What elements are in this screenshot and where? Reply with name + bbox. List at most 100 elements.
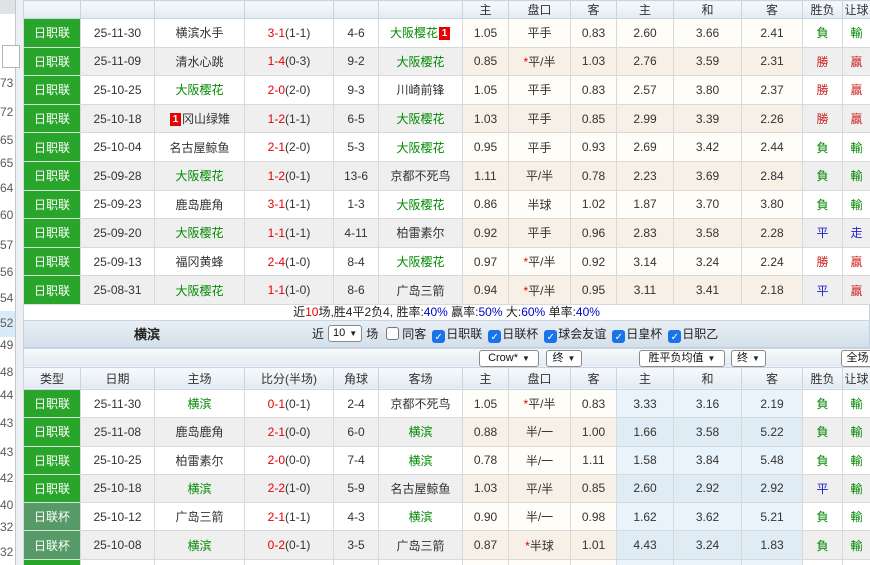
score-cell: 1-1(1-1) <box>244 218 334 248</box>
league-filter-checkbox-3[interactable]: ✓ <box>612 329 626 343</box>
col-header-euro-draw: 和 <box>673 366 742 390</box>
result-cell: 負 <box>802 160 843 191</box>
euro-draw-odds-cell: 3.39 <box>673 103 742 134</box>
result-cell: 勝 <box>802 103 843 134</box>
asian-home-odds-cell: 0.90 <box>462 502 509 532</box>
match-row: 日职联 25-11-08 鹿岛鹿角 2-1(0-0) 6-0 横滨 0.88 半/一 1.00 1… <box>23 417 870 447</box>
col-header-result: 胜负 <box>802 366 843 390</box>
half-time-score: (1-0) <box>285 481 311 496</box>
league-cell: 日职联 <box>23 103 81 134</box>
home-team-cell: 大阪樱花 <box>154 218 245 248</box>
league-filter-checkbox-0[interactable]: ✓ <box>432 329 446 343</box>
away-team-cell: 大阪樱花 <box>378 246 463 277</box>
league-filter-checkbox-1[interactable]: ✓ <box>488 329 502 343</box>
home-team-name: 大阪樱花 <box>175 83 224 98</box>
left-gutter <box>16 0 23 565</box>
away-team-name: 大阪樱花 <box>389 26 438 41</box>
away-team-cell: 广岛三箭 <box>378 275 463 305</box>
final-odds-select-1[interactable]: 终 ▼ <box>546 349 582 367</box>
cropped-row-number: 44 <box>0 388 14 402</box>
handicap-result-cell: 輸 <box>842 189 870 220</box>
final-odds-select-2[interactable]: 终 ▼ <box>731 349 766 367</box>
euro-home-odds-cell: 3.33 <box>616 388 674 419</box>
away-team-cell: 大阪樱花 1 <box>378 18 463 48</box>
date-cell: 25-09-20 <box>80 218 155 248</box>
asian-away-odds-cell: 0.83 <box>570 75 617 105</box>
away-team-name: 横滨 <box>408 510 433 525</box>
corner-cell: 8-4 <box>333 246 379 277</box>
euro-home-odds-cell: 2.69 <box>616 132 674 162</box>
full-time-score: 1-2 <box>267 111 285 126</box>
away-team-cell: 京都不死鸟 <box>378 160 463 191</box>
match-row: 日职联 25-08-31 大阪樱花 1-1(1-0) 8-6 广岛三箭 0.94 *平/半 0.… <box>23 275 870 305</box>
corner-cell: 9-3 <box>333 75 379 105</box>
home-team-cell: 大阪樱花 <box>154 160 245 191</box>
league-cell: 日职联 <box>23 189 81 220</box>
half-time-score: (2-0) <box>285 82 311 97</box>
euro-home-odds-cell: 3.11 <box>616 275 674 305</box>
scope-select[interactable]: 全场▼ <box>841 349 870 367</box>
result-cell: 負 <box>802 18 843 48</box>
match-row: 日职联 25-10-25 大阪樱花 2-0(2-0) 9-3 川崎前锋 1.05 平手 0.83… <box>23 75 870 105</box>
corner-cell: 1-3 <box>333 189 379 220</box>
result-cell: 平 <box>802 275 843 305</box>
handicap-cell: 半/一 <box>508 445 571 475</box>
euro-home-odds-cell: 1.66 <box>616 417 674 447</box>
handicap-cell: *平/半 <box>508 46 571 77</box>
avg-odds-select[interactable]: 胜平负均值 ▼ <box>639 349 725 367</box>
handicap-result-cell: 輸 <box>841 417 870 447</box>
corner-cell: 4-6 <box>333 18 379 48</box>
col-header-score <box>244 0 334 19</box>
full-time-score: 2-2 <box>267 481 285 496</box>
cropped-row-number: 56 <box>0 265 14 279</box>
league-filter-checkbox-4[interactable]: ✓ <box>668 329 682 343</box>
half-time-score: (1-1) <box>285 25 311 40</box>
score-cell: 3-1(1-1) <box>244 189 334 220</box>
half-time-score: (1-1) <box>285 509 311 524</box>
table1-body: 日职联 25-11-30 横滨水手 3-1(1-1) 4-6 大阪樱花 1 1.05 平手 0.8… <box>23 18 870 305</box>
euro-away-odds-cell: 2.31 <box>741 46 803 77</box>
result-cell: 勝 <box>802 246 843 277</box>
cropped-row-number: 57 <box>0 238 14 252</box>
league-cell: 日职联 <box>23 417 81 447</box>
asian-home-odds-cell: 0.94 <box>462 275 509 305</box>
home-team-name: 横滨 <box>187 481 212 496</box>
euro-draw-odds-cell: 3.66 <box>673 18 742 48</box>
full-time-score: 2-1 <box>267 509 285 524</box>
handicap-value: 半球 <box>527 197 552 212</box>
near-label: 近 <box>312 327 325 342</box>
handicap-cell: 平手 <box>508 103 571 134</box>
table1-header-row: 主 盘口 客 主 和 客 胜负 让球 <box>23 0 870 19</box>
away-team-name: 广岛三箭 <box>396 283 445 298</box>
home-team-name: 柏雷素尔 <box>175 453 224 468</box>
full-time-score: 3-1 <box>267 25 285 40</box>
cropped-row-number: 49 <box>0 338 14 352</box>
handicap-cell: 半/一 <box>508 502 571 532</box>
league-cell: 日联杯 <box>23 530 81 560</box>
handicap-cell: 平手 <box>508 218 571 248</box>
asian-away-odds-cell <box>570 558 617 565</box>
col-header-away: 客场 <box>378 366 463 390</box>
half-time-score: (1-0) <box>285 283 311 298</box>
col-header-date: 日期 <box>80 366 155 390</box>
league-filter-checkbox-2[interactable]: ✓ <box>544 329 558 343</box>
asian-away-odds-cell: 1.11 <box>570 445 617 475</box>
result-cell: 負 <box>802 502 843 532</box>
league-filter-group: ✓ 日职联 ✓ 日联杯 ✓ 球会友谊 ✓ 日皇杯 ✓ 日职乙 <box>426 325 718 343</box>
asian-home-odds-cell: 0.86 <box>462 189 509 220</box>
col-header-euro-home: 主 <box>616 0 674 19</box>
col-header-asian-away: 客 <box>570 0 617 19</box>
recent-count-select[interactable]: 10 ▼ <box>328 325 363 343</box>
asian-home-odds-cell: 0.78 <box>462 445 509 475</box>
handicap-result-cell: 贏 <box>842 75 870 105</box>
same-away-checkbox[interactable] <box>386 327 400 341</box>
col-header-euro-draw: 和 <box>673 0 742 19</box>
col-header-asian-away: 客 <box>570 366 617 390</box>
handicap-result-cell: 輸 <box>841 473 870 504</box>
handicap-value: 平/半 <box>528 255 556 270</box>
score-cell: 2-0(0-0) <box>244 445 334 475</box>
odds-company-select[interactable]: Crow* ▼ <box>479 349 539 367</box>
date-cell: 25-10-18 <box>80 103 155 134</box>
result-cell: 負 <box>802 417 843 447</box>
home-team-cell: 清水心跳 <box>154 46 245 77</box>
